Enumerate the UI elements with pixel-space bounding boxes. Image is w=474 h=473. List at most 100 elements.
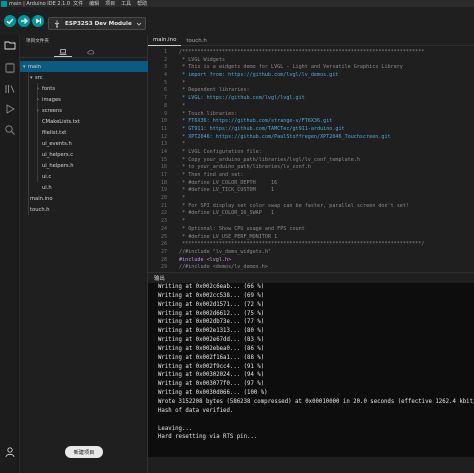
code-line: /***************************************… (179, 49, 425, 55)
code-line: * (179, 141, 186, 148)
menu-tools[interactable]: 工具 (121, 0, 131, 7)
toolbar: ESP32S3 Dev Module (0, 7, 474, 35)
line-number: 24 (160, 225, 167, 232)
output-panel-header: 输出 (148, 272, 474, 283)
file-tree-item-label: ui.h (42, 184, 52, 191)
line-number: 5 (163, 79, 167, 86)
file-tree-item[interactable]: › fonts (20, 83, 148, 94)
file-tree-item-label: fonts (42, 85, 56, 92)
code-line: * #define LV_COLOR_DEPTH 16 (179, 179, 278, 186)
file-tree-item[interactable]: ui_helpers.h (20, 160, 148, 171)
output-line: Writing at 0x002cc538... (69 %) (158, 292, 265, 299)
code-line: * Then find and set: (179, 172, 244, 178)
arrow-right-icon (21, 18, 28, 24)
file-tree-item[interactable]: ui.h (20, 182, 148, 193)
code-line: * (179, 195, 186, 202)
library-manager-button[interactable] (4, 83, 16, 95)
output-line: Writing at 0x002db73e... (77 %) (158, 319, 265, 326)
code-line: ****************************************… (179, 241, 425, 248)
output-line: Writing at 0x002c6eab... (66 %) (158, 284, 265, 290)
output-console: Writing at 0x002c6eab... (66 %) Writing a… (148, 283, 474, 457)
code-area[interactable]: /***************************************… (179, 49, 474, 272)
sketchbook-button[interactable] (4, 39, 16, 51)
laptop-icon (59, 49, 67, 55)
activity-bar (0, 35, 20, 473)
boards-manager-button[interactable] (4, 62, 16, 74)
code-line: * LVGL Configuration file: (179, 148, 262, 155)
menu-help[interactable]: 帮助 (137, 0, 147, 7)
output-line: Leaving... (158, 425, 193, 432)
line-number-gutter: 1 2 3 4 5 6 7 8 9 10 11 12 13 14 15 16 17 18 19 20 21 22 23 24 2… (148, 49, 170, 293)
code-line: * to your_arduino_path/libraries/lv_conf… (179, 164, 311, 171)
file-tree-item[interactable]: touch.h (20, 204, 148, 215)
upload-button[interactable] (18, 15, 30, 27)
chevron-down-icon (136, 22, 142, 26)
file-tree-item[interactable]: › images (20, 94, 148, 105)
board-selector[interactable]: ESP32S3 Dev Module (48, 17, 146, 30)
code-line: * import from: https://github.com/lvgl/l… (179, 72, 339, 79)
account-button[interactable] (4, 446, 16, 458)
file-tree-item[interactable]: ui.c (20, 171, 148, 182)
file-tree-item-label: src (35, 74, 43, 81)
line-number: 23 (160, 218, 167, 225)
output-line: Writing at 0x002f16a1... (88 %) (158, 354, 265, 361)
file-tree-item[interactable]: ui_helpers.c (20, 149, 148, 160)
output-line: Writing at 0x002e1313... (80 %) (158, 328, 265, 335)
debug-run-icon (6, 104, 15, 114)
file-tree-item-label: screens (42, 107, 62, 114)
tab-main-ino[interactable]: main.ino (148, 35, 182, 46)
code-editor: main.ino touch.h 1 2 3 4 5 6 7 8 9 10 11 12 13 14 15 16… (148, 35, 474, 293)
board-name: ESP32S3 Dev Module (65, 20, 132, 27)
board-icon (5, 62, 15, 74)
arduino-logo-icon (1, 0, 7, 7)
debug-button[interactable] (32, 15, 44, 27)
verify-button[interactable] (4, 15, 16, 27)
menu-sketch[interactable]: 项目 (105, 0, 115, 7)
file-tree-item-label: main.ino (30, 195, 53, 202)
code-line: * For SPI display set color swap can be … (179, 202, 410, 209)
code-line: //#include "lv_demo_widgets.h" (179, 248, 272, 255)
tab-touch-h[interactable]: touch.h (181, 35, 211, 46)
new-project-button[interactable]: 新建项目 (65, 446, 103, 458)
cloud-sketchbook-tab[interactable] (82, 47, 100, 57)
file-tree-item[interactable]: filelist.txt (20, 127, 148, 138)
line-number: 16 (160, 164, 167, 171)
debug-icon (36, 18, 41, 24)
output-line: Hard resetting via RTS pin... (158, 434, 258, 441)
file-tree-item[interactable]: ▾ main (20, 61, 148, 72)
line-number: 21 (160, 202, 167, 209)
code-line: * (179, 218, 186, 225)
file-tree-item[interactable]: CMakeLists.txt (20, 116, 148, 127)
line-number: 17 (160, 172, 167, 178)
file-tree-item[interactable]: main.ino (20, 193, 148, 204)
code-line: #include <lvgl.h> (179, 256, 232, 263)
file-tree-item-label: CMakeLists.txt (42, 118, 80, 125)
line-number: 15 (160, 156, 167, 163)
cloud-icon (87, 49, 95, 55)
code-line: * LVGL: https://github.com/lvgl/lvgl.git (179, 95, 305, 102)
debug-panel-button[interactable] (4, 103, 16, 115)
code-line: * #define LV_TICK_CUSTOM 1 (179, 187, 275, 194)
output-line: Writing at 0x002e67dd... (83 %) (158, 337, 265, 344)
editor-tabs: main.ino touch.h (148, 35, 474, 46)
line-number: 6 (163, 87, 167, 94)
explorer-tabs (20, 47, 148, 57)
line-number: 19 (160, 187, 167, 194)
menu-file[interactable]: 文件 (73, 0, 83, 7)
menu-edit[interactable]: 编辑 (89, 0, 99, 7)
library-icon (5, 85, 15, 93)
search-icon (5, 125, 15, 135)
file-tree-item[interactable]: ▾ src (20, 72, 148, 83)
code-line: * (179, 102, 186, 109)
file-tree-item[interactable]: › screens (20, 105, 148, 116)
search-button[interactable] (4, 124, 16, 136)
output-line: Hash of data verified. (158, 407, 234, 414)
output-line: Writing at 0x002ebea0... (86 %) (158, 345, 265, 352)
file-tree-item[interactable]: ui_events.h (20, 138, 148, 149)
account-icon (5, 447, 15, 458)
line-number: 9 (163, 110, 167, 117)
file-tree-item-label: ui_helpers.c (42, 151, 74, 158)
code-line: * LVGL Widgets (179, 56, 226, 63)
code-line: * Touch libraries: (179, 110, 238, 117)
local-sketchbook-tab[interactable] (54, 47, 72, 57)
